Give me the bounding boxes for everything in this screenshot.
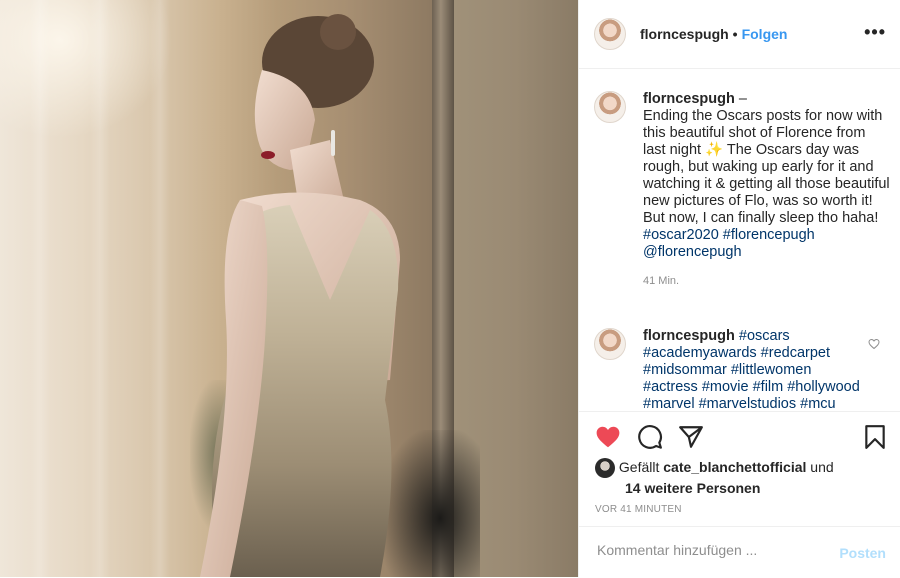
caption-dash: – [734, 91, 747, 107]
share-icon[interactable] [678, 424, 704, 450]
caption-username[interactable]: florncespugh [643, 91, 735, 107]
username[interactable]: florncespugh [640, 26, 729, 42]
more-options-icon[interactable]: ••• [864, 23, 886, 41]
caption-text: Ending the Oscars posts for now with thi… [643, 108, 890, 226]
heart-icon[interactable] [595, 424, 621, 450]
comment-username[interactable]: florncespugh [643, 328, 735, 344]
comment-input[interactable] [595, 541, 819, 559]
avatar[interactable] [594, 18, 626, 50]
add-comment-bar: Posten [579, 526, 900, 578]
avatar[interactable] [594, 328, 626, 360]
liker-avatar[interactable] [595, 458, 615, 479]
separator-dot: • [732, 26, 738, 42]
post-button[interactable]: Posten [839, 545, 886, 561]
comments-list[interactable]: florncespugh – Ending the Oscars posts f… [579, 69, 900, 411]
likes-prefix: Gefällt [618, 459, 660, 475]
action-bar [579, 411, 900, 449]
caption-hashtags[interactable]: #oscar2020 #florencepugh @florencepugh [643, 227, 815, 260]
post-image[interactable] [0, 0, 578, 577]
likes-middle: und [810, 459, 834, 475]
bookmark-icon[interactable] [862, 424, 888, 450]
likes-others[interactable]: 14 weitere Personen [625, 480, 760, 496]
post-header: florncespugh • Folgen ••• [579, 0, 900, 69]
likes-summary: Gefällt cate_blanchettofficial und 14 we… [595, 457, 895, 498]
follow-button[interactable]: Folgen [742, 26, 788, 42]
like-comment-icon[interactable] [868, 338, 880, 350]
post-timestamp[interactable]: VOR 41 MINUTEN [595, 504, 682, 515]
comment-icon[interactable] [637, 424, 663, 450]
caption-time: 41 Min. [643, 275, 680, 287]
comment: florncespugh #oscars #academyawards #red… [594, 328, 890, 411]
woman-figure [200, 14, 400, 577]
liker-username[interactable]: cate_blanchettofficial [663, 459, 806, 475]
caption: florncespugh – Ending the Oscars posts f… [594, 91, 890, 287]
avatar[interactable] [594, 91, 626, 123]
